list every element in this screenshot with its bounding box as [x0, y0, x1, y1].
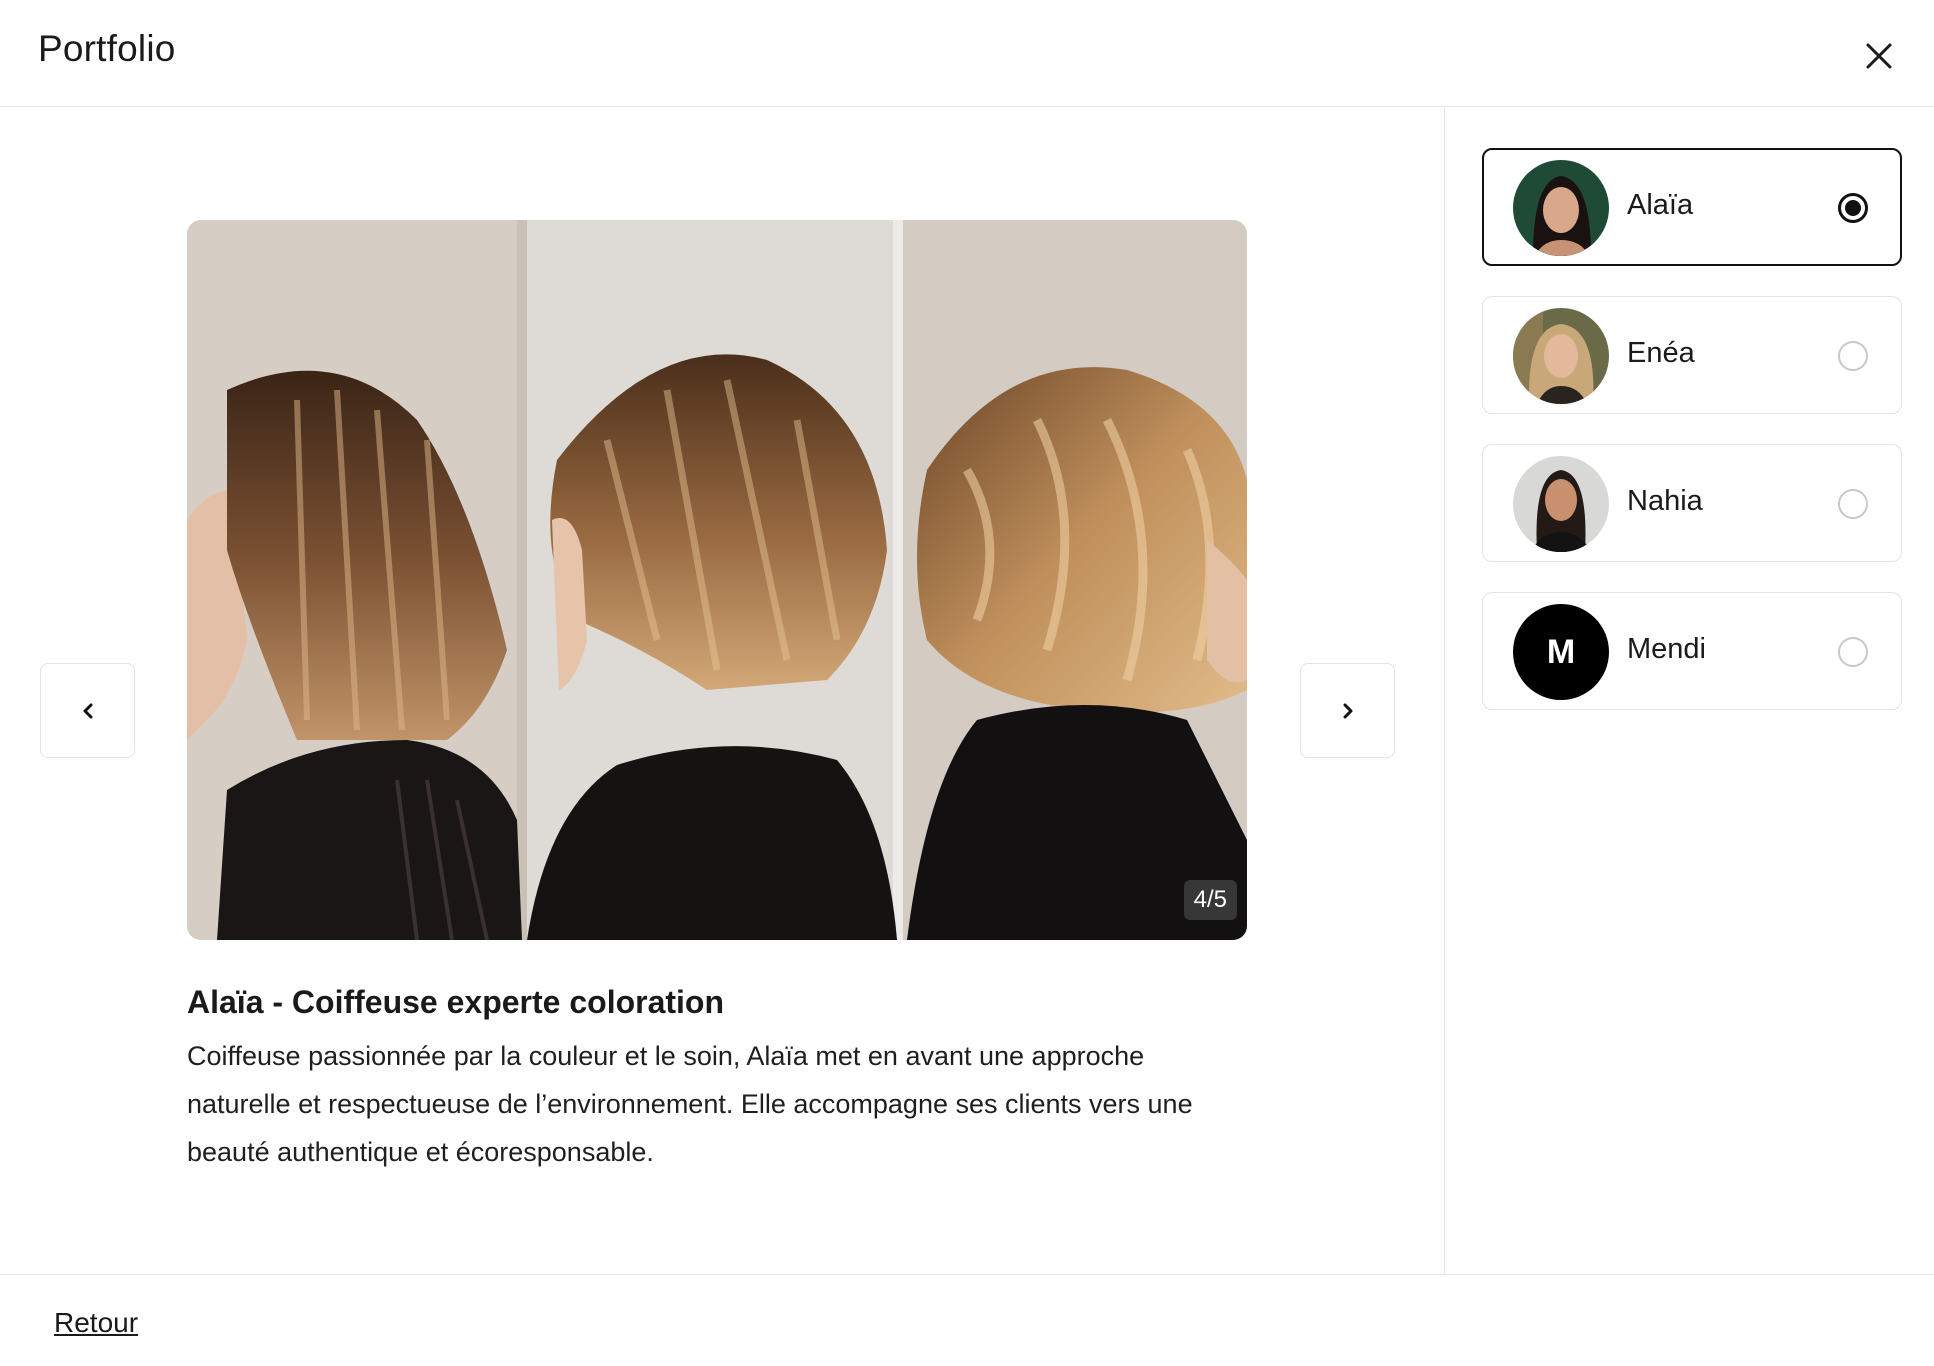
chevron-right-icon	[1343, 703, 1352, 718]
portfolio-modal: Portfolio 4/5 Alaïa - Coiffeuse experte …	[0, 0, 1934, 1366]
chevron-left-icon	[83, 703, 92, 718]
hairstyle-photo	[187, 220, 1247, 940]
stylist-name: Enéa	[1627, 337, 1695, 369]
radio-dot	[1845, 200, 1861, 216]
close-icon	[1866, 43, 1892, 69]
stylist-option-nahia[interactable]: Nahia	[1482, 444, 1902, 562]
stylist-photo	[1513, 308, 1609, 404]
stylist-name: Nahia	[1627, 485, 1703, 517]
image-counter: 4/5	[1183, 880, 1237, 920]
previous-image-button[interactable]	[40, 663, 135, 758]
radio-selected[interactable]	[1838, 193, 1868, 223]
avatar	[1513, 160, 1609, 256]
portfolio-image: 4/5	[187, 220, 1247, 940]
radio-unselected[interactable]	[1838, 489, 1868, 519]
stylist-heading: Alaïa - Coiffeuse experte coloration	[187, 984, 725, 1020]
modal-title: Portfolio	[38, 28, 176, 69]
avatar-initial: M	[1513, 604, 1609, 700]
stylist-photo	[1513, 160, 1609, 256]
stylist-name: Alaïa	[1627, 189, 1694, 221]
stylist-option-enea[interactable]: Enéa	[1482, 296, 1902, 414]
avatar: M	[1513, 604, 1609, 700]
radio-unselected[interactable]	[1838, 637, 1868, 667]
radio-unselected[interactable]	[1838, 341, 1868, 371]
modal-header: Portfolio	[0, 0, 1934, 107]
modal-footer: Retour	[0, 1274, 1934, 1366]
back-link[interactable]: Retour	[54, 1307, 138, 1339]
close-button[interactable]	[1859, 36, 1899, 76]
stylist-name: Mendi	[1627, 633, 1706, 665]
avatar	[1513, 456, 1609, 552]
next-image-button[interactable]	[1300, 663, 1395, 758]
avatar	[1513, 308, 1609, 404]
stylist-photo	[1513, 456, 1609, 552]
stylist-option-mendi[interactable]: M Mendi	[1482, 592, 1902, 710]
stylist-description: Coiffeuse passionnée par la couleur et l…	[187, 1041, 1193, 1167]
stylist-selector: Alaïa Enéa Nahia M Mendi	[1446, 108, 1934, 1274]
stylist-option-alaia[interactable]: Alaïa	[1482, 148, 1902, 266]
portfolio-viewer: 4/5 Alaïa - Coiffeuse experte coloration…	[0, 108, 1445, 1274]
